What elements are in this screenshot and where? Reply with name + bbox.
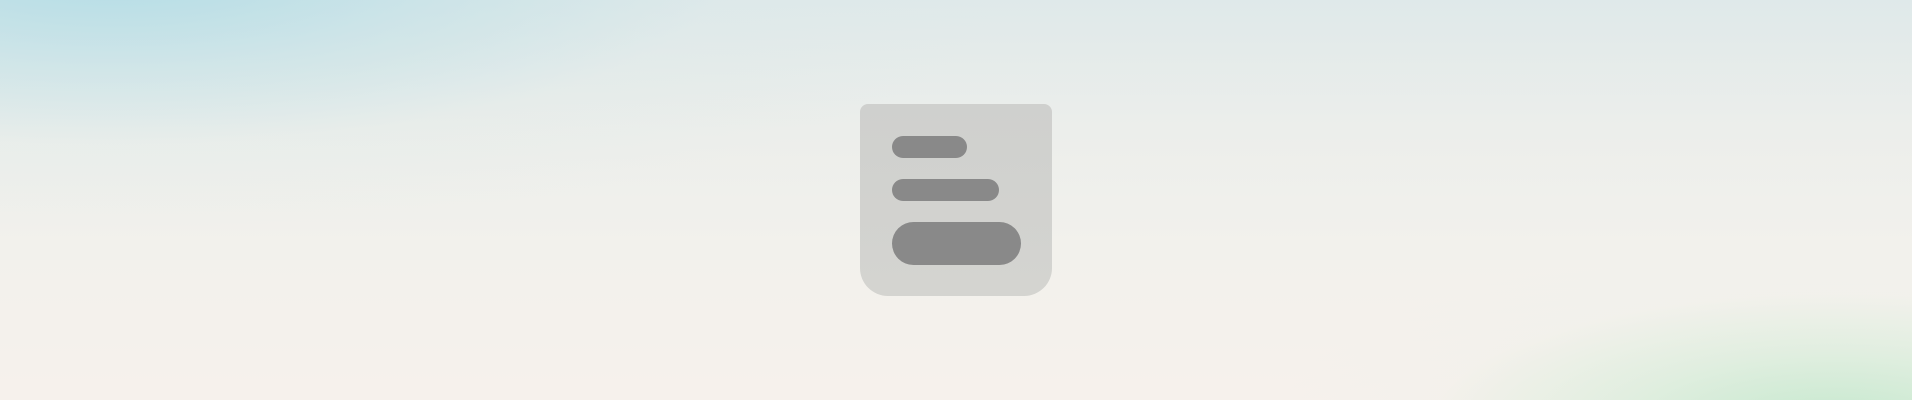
- background-canvas: [0, 0, 1912, 400]
- placeholder-line-short: [892, 136, 967, 158]
- placeholder-line-medium: [892, 179, 999, 201]
- placeholder-pill-wide: [892, 222, 1021, 265]
- placeholder-document-icon: [860, 104, 1052, 296]
